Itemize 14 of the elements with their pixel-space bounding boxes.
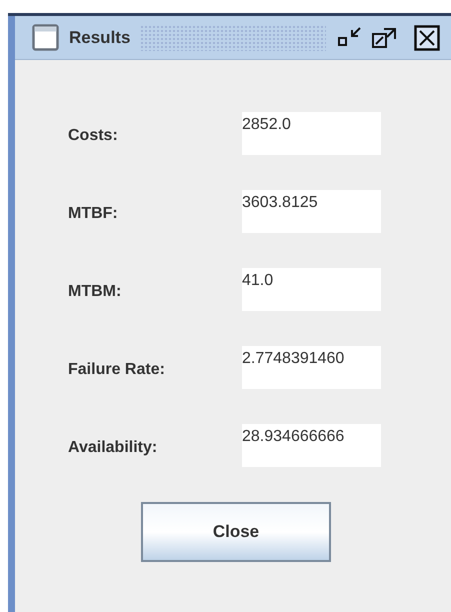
field-label: Availability:: [68, 438, 158, 458]
close-button[interactable]: Close: [141, 502, 331, 562]
window-title: Results: [69, 26, 130, 49]
value-field[interactable]: 41.0: [242, 268, 381, 311]
value-field[interactable]: 3603.8125: [242, 190, 381, 233]
field-label: Costs:: [68, 126, 119, 146]
field-label: MTBM:: [68, 282, 122, 302]
value-field[interactable]: 2.7748391460: [242, 346, 381, 389]
value-field[interactable]: 2852.0: [242, 112, 381, 155]
value-field[interactable]: 28.934666666: [242, 424, 381, 467]
field-label: Failure Rate:: [68, 360, 166, 380]
field-label: MTBF:: [68, 204, 119, 224]
window-icon: [32, 24, 59, 51]
close-icon[interactable]: [414, 24, 440, 50]
